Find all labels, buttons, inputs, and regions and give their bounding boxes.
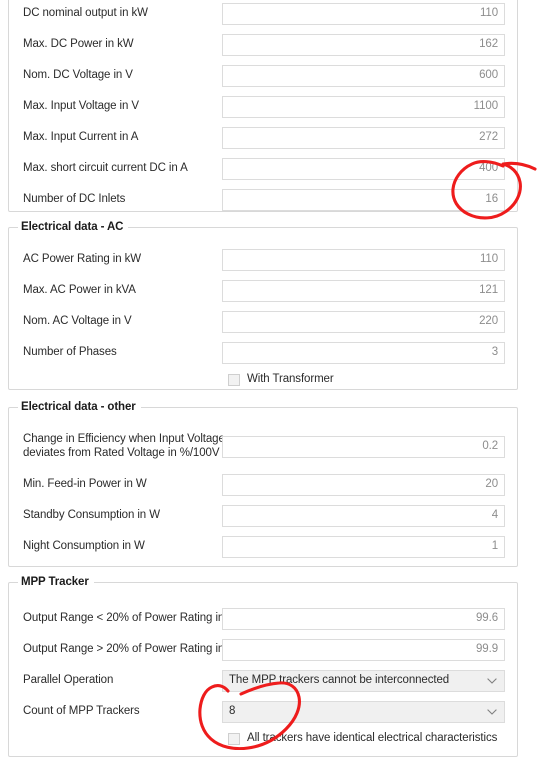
change-in-efficiency-input[interactable]: 0.2 bbox=[222, 436, 505, 458]
field-value: 4 bbox=[491, 509, 498, 521]
field-label: AC Power Rating in kW bbox=[23, 253, 142, 265]
form-row-max-short-circuit-current: Max. short circuit current DC in A 400 bbox=[9, 158, 517, 180]
parallel-operation-select[interactable]: The MPP trackers cannot be interconnecte… bbox=[222, 670, 505, 692]
field-value: 600 bbox=[479, 69, 498, 81]
field-label: Nom. AC Voltage in V bbox=[23, 315, 132, 327]
max-input-voltage-input[interactable]: 1100 bbox=[222, 96, 505, 118]
field-value: 272 bbox=[479, 131, 498, 143]
field-label: Max. DC Power in kW bbox=[23, 38, 134, 50]
form-row-number-of-dc-inlets: Number of DC Inlets 16 bbox=[9, 189, 517, 211]
field-label: Output Range > 20% of Power Rating in % bbox=[23, 643, 238, 655]
checkbox-label: With Transformer bbox=[247, 373, 334, 385]
max-ac-power-input[interactable]: 121 bbox=[222, 280, 505, 302]
night-consumption-input[interactable]: 1 bbox=[222, 536, 505, 558]
chevron-down-icon[interactable] bbox=[487, 671, 499, 691]
field-value: 1 bbox=[491, 540, 498, 552]
section-electrical-data-dc: DC nominal output in kW 110 Max. DC Powe… bbox=[8, 0, 518, 212]
output-range-above-20-input[interactable]: 99.9 bbox=[222, 639, 505, 661]
field-value: 121 bbox=[479, 284, 498, 296]
form-row-max-ac-power: Max. AC Power in kVA 121 bbox=[9, 280, 517, 302]
form-row-min-feed-in-power: Min. Feed-in Power in W 20 bbox=[9, 474, 517, 496]
nom-ac-voltage-input[interactable]: 220 bbox=[222, 311, 505, 333]
form-row-number-of-phases: Number of Phases 3 bbox=[9, 342, 517, 364]
checkbox-icon[interactable] bbox=[228, 374, 240, 386]
field-value: 220 bbox=[479, 315, 498, 327]
form-row-night-consumption: Night Consumption in W 1 bbox=[9, 536, 517, 558]
field-value: 20 bbox=[485, 478, 498, 490]
field-label: Count of MPP Trackers bbox=[23, 705, 140, 717]
form-row-change-in-efficiency: Change in Efficiency when Input Voltage … bbox=[9, 433, 517, 459]
field-value: 400 bbox=[479, 162, 498, 174]
field-label: Number of Phases bbox=[23, 346, 117, 358]
min-feed-in-power-input[interactable]: 20 bbox=[222, 474, 505, 496]
field-value: 3 bbox=[491, 346, 498, 358]
field-label: DC nominal output in kW bbox=[23, 7, 148, 19]
field-label: Number of DC Inlets bbox=[23, 193, 126, 205]
field-value: 16 bbox=[485, 193, 498, 205]
ac-power-rating-input[interactable]: 110 bbox=[222, 249, 505, 271]
section-mpp-tracker: MPP Tracker Output Range < 20% of Power … bbox=[8, 576, 518, 757]
output-range-below-20-input[interactable]: 99.6 bbox=[222, 608, 505, 630]
form-row-ac-power-rating: AC Power Rating in kW 110 bbox=[9, 249, 517, 271]
form-row-dc-nominal-output: DC nominal output in kW 110 bbox=[9, 3, 517, 25]
field-label: Max. Input Current in A bbox=[23, 131, 139, 143]
max-dc-power-input[interactable]: 162 bbox=[222, 34, 505, 56]
max-input-current-input[interactable]: 272 bbox=[222, 127, 505, 149]
field-label: Max. AC Power in kVA bbox=[23, 284, 136, 296]
form-row-max-input-current: Max. Input Current in A 272 bbox=[9, 127, 517, 149]
form-row-standby-consumption: Standby Consumption in W 4 bbox=[9, 505, 517, 527]
number-of-dc-inlets-input[interactable]: 16 bbox=[222, 189, 505, 211]
nom-dc-voltage-input[interactable]: 600 bbox=[222, 65, 505, 87]
field-label: Parallel Operation bbox=[23, 674, 114, 686]
checkbox-icon[interactable] bbox=[228, 733, 240, 745]
form-row-output-range-below-20: Output Range < 20% of Power Rating in % … bbox=[9, 608, 517, 630]
field-label: Change in Efficiency when Input Voltage … bbox=[23, 433, 225, 459]
field-label: Nom. DC Voltage in V bbox=[23, 69, 133, 81]
form-row-output-range-above-20: Output Range > 20% of Power Rating in % … bbox=[9, 639, 517, 661]
select-value: 8 bbox=[229, 705, 236, 717]
form-row-count-of-mpp-trackers: Count of MPP Trackers 8 bbox=[9, 701, 517, 723]
field-value: 99.9 bbox=[476, 643, 498, 655]
form-row-max-input-voltage: Max. Input Voltage in V 1100 bbox=[9, 96, 517, 118]
field-value: 162 bbox=[479, 38, 498, 50]
checkbox-label: All trackers have identical electrical c… bbox=[247, 732, 498, 744]
standby-consumption-input[interactable]: 4 bbox=[222, 505, 505, 527]
field-label: Max. Input Voltage in V bbox=[23, 100, 139, 112]
field-value: 0.2 bbox=[482, 440, 498, 452]
field-value: 99.6 bbox=[476, 612, 498, 624]
field-value: 110 bbox=[479, 7, 498, 19]
field-value: 1100 bbox=[473, 100, 498, 112]
dc-nominal-output-input[interactable]: 110 bbox=[222, 3, 505, 25]
field-label: Standby Consumption in W bbox=[23, 509, 160, 521]
count-of-mpp-trackers-select[interactable]: 8 bbox=[222, 701, 505, 723]
section-electrical-data-other: Electrical data - other Change in Effici… bbox=[8, 401, 518, 567]
section-legend: MPP Tracker bbox=[18, 576, 94, 588]
field-label: Min. Feed-in Power in W bbox=[23, 478, 147, 490]
max-short-circuit-current-input[interactable]: 400 bbox=[222, 158, 505, 180]
form-row-nom-dc-voltage: Nom. DC Voltage in V 600 bbox=[9, 65, 517, 87]
inverter-properties-form: DC nominal output in kW 110 Max. DC Powe… bbox=[0, 0, 543, 757]
form-row-parallel-operation: Parallel Operation The MPP trackers cann… bbox=[9, 670, 517, 692]
field-label: Output Range < 20% of Power Rating in % bbox=[23, 612, 238, 624]
form-row-max-dc-power: Max. DC Power in kW 162 bbox=[9, 34, 517, 56]
section-legend: Electrical data - other bbox=[18, 401, 141, 413]
field-label: Night Consumption in W bbox=[23, 540, 145, 552]
section-legend: Electrical data - AC bbox=[18, 221, 129, 233]
field-value: 110 bbox=[479, 253, 498, 265]
select-value: The MPP trackers cannot be interconnecte… bbox=[229, 674, 450, 686]
section-electrical-data-ac: Electrical data - AC AC Power Rating in … bbox=[8, 221, 518, 390]
form-row-nom-ac-voltage: Nom. AC Voltage in V 220 bbox=[9, 311, 517, 333]
field-label: Max. short circuit current DC in A bbox=[23, 162, 188, 174]
number-of-phases-input[interactable]: 3 bbox=[222, 342, 505, 364]
chevron-down-icon[interactable] bbox=[487, 702, 499, 722]
